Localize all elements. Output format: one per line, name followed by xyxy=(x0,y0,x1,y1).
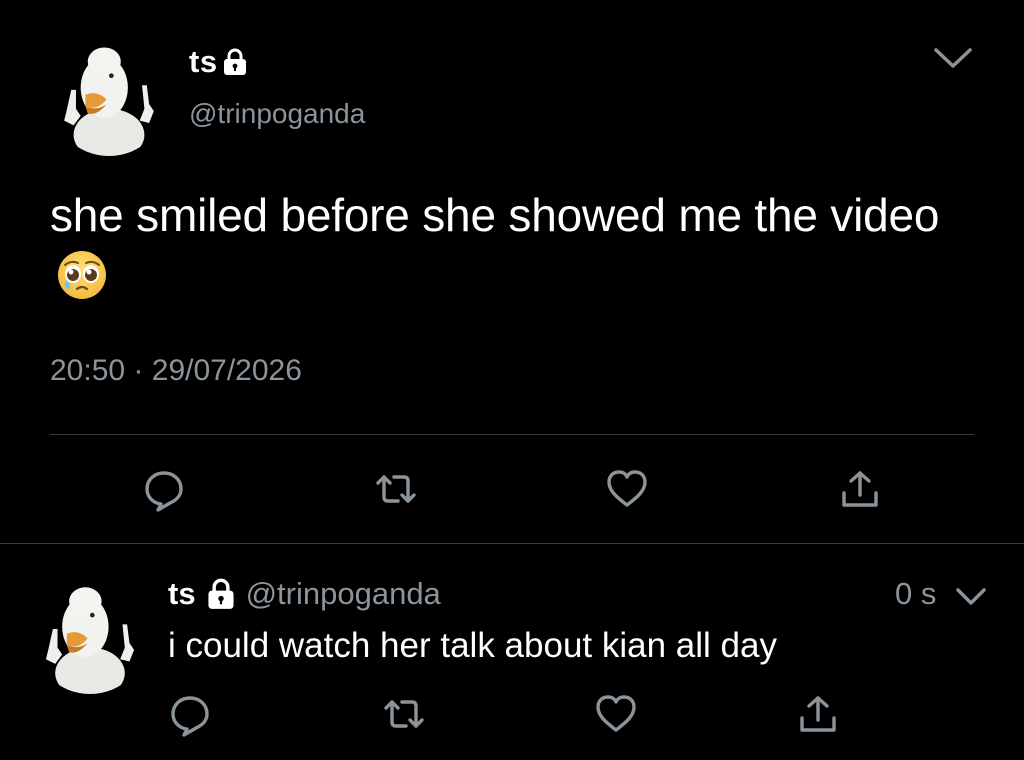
chevron-down-icon[interactable] xyxy=(930,40,976,74)
pleading-face-emoji xyxy=(58,251,106,299)
like-icon[interactable] xyxy=(592,690,640,738)
relative-time[interactable]: 0 s xyxy=(895,576,936,612)
tweet-text-content: she smiled before she showed me the vide… xyxy=(50,189,940,241)
avatar[interactable] xyxy=(50,38,168,156)
tweet-text: i could watch her talk about kian all da… xyxy=(168,626,777,665)
reply-icon[interactable] xyxy=(166,690,214,738)
display-name[interactable]: ts xyxy=(168,576,196,612)
duck-avatar-image xyxy=(50,38,168,156)
reply-icon[interactable] xyxy=(140,465,188,513)
tweet-text: she smiled before she showed me the vide… xyxy=(50,184,950,308)
lock-icon xyxy=(208,578,234,609)
section-divider xyxy=(0,543,1024,544)
tweet-time: 20:50 xyxy=(50,354,126,387)
display-name[interactable]: ts xyxy=(189,44,248,80)
tweet-date: 29/07/2026 xyxy=(151,354,302,387)
divider xyxy=(50,434,974,435)
like-icon[interactable] xyxy=(603,465,651,513)
display-name-text: ts xyxy=(189,44,218,79)
reply-header: ts @trinpoganda xyxy=(168,576,441,612)
meta-separator: · xyxy=(133,354,144,387)
handle[interactable]: @trinpoganda xyxy=(246,576,441,612)
retweet-icon[interactable] xyxy=(372,465,420,513)
avatar[interactable] xyxy=(32,578,148,694)
share-icon[interactable] xyxy=(794,690,842,738)
duck-avatar-image xyxy=(32,578,148,694)
timestamp[interactable]: 20:50 · 29/07/2026 xyxy=(50,354,302,388)
lock-icon xyxy=(223,48,246,75)
chevron-down-icon[interactable] xyxy=(953,582,989,610)
handle[interactable]: @trinpoganda xyxy=(189,98,365,130)
retweet-icon[interactable] xyxy=(380,690,428,738)
share-icon[interactable] xyxy=(836,465,884,513)
